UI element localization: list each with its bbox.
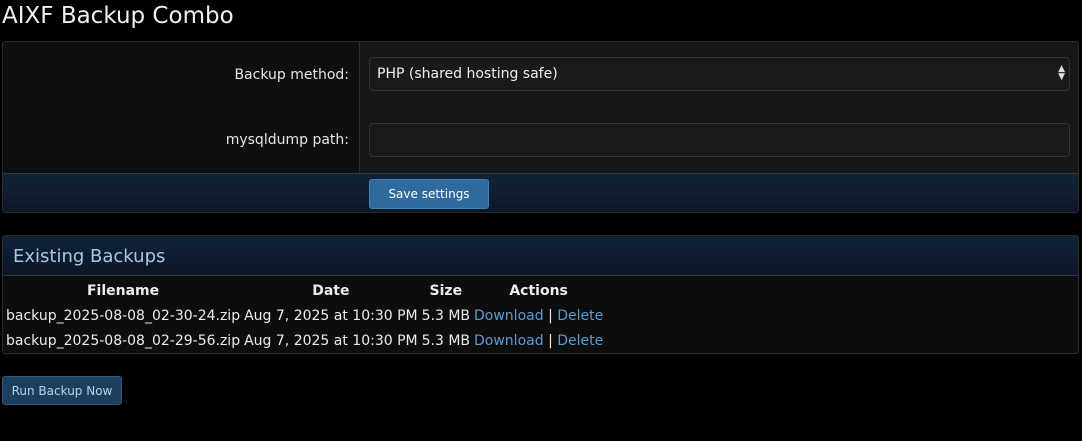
existing-backups-panel: Existing Backups Filename Date Size Acti…: [2, 235, 1079, 354]
download-link[interactable]: Download: [474, 333, 544, 349]
action-separator: |: [548, 332, 553, 349]
column-header-size: Size: [429, 283, 463, 299]
backup-size: 5.3 MB: [421, 307, 471, 324]
column-header-date: Date: [312, 283, 350, 299]
delete-link[interactable]: Delete: [557, 308, 603, 324]
settings-footer-bar: Save settings: [3, 173, 1078, 212]
backup-actions: Download | Delete: [472, 328, 605, 353]
backup-date: Aug 7, 2025 at 10:30 PM: [244, 307, 418, 324]
backup-filename: backup_2025-08-08_02-30-24.zip: [6, 307, 241, 324]
backups-table: Filename Date Size Actions backup_2025-0…: [4, 279, 605, 353]
backup-actions: Download | Delete: [472, 303, 605, 328]
mysqldump-path-input[interactable]: [369, 123, 1070, 157]
mysqldump-path-label: mysqldump path:: [225, 132, 349, 148]
settings-form: Backup method: mysqldump path: PHP (shar…: [2, 41, 1079, 213]
delete-link[interactable]: Delete: [557, 333, 603, 349]
table-header-row: Filename Date Size Actions: [4, 279, 605, 303]
table-row: backup_2025-08-08_02-29-56.zip Aug 7, 20…: [4, 328, 605, 353]
save-settings-button[interactable]: Save settings: [369, 179, 489, 209]
backup-method-select[interactable]: PHP (shared hosting safe) ▲ ▼: [369, 57, 1070, 91]
backup-size: 5.3 MB: [421, 332, 471, 349]
backup-filename: backup_2025-08-08_02-29-56.zip: [6, 332, 241, 349]
run-backup-now-button[interactable]: Run Backup Now: [2, 376, 122, 405]
action-separator: |: [548, 307, 553, 324]
download-link[interactable]: Download: [474, 308, 544, 324]
chevron-up-down-icon: ▲ ▼: [1058, 64, 1065, 82]
existing-backups-title: Existing Backups: [3, 236, 1078, 276]
backup-date: Aug 7, 2025 at 10:30 PM: [244, 332, 418, 349]
table-row: backup_2025-08-08_02-30-24.zip Aug 7, 20…: [4, 303, 605, 328]
settings-label-column: Backup method: mysqldump path:: [3, 42, 360, 173]
backup-method-selected-value: PHP (shared hosting safe): [377, 66, 558, 82]
backup-method-label: Backup method:: [234, 67, 349, 83]
column-header-actions: Actions: [509, 283, 568, 299]
page-title: AIXF Backup Combo: [2, 3, 234, 29]
column-header-filename: Filename: [86, 283, 160, 299]
